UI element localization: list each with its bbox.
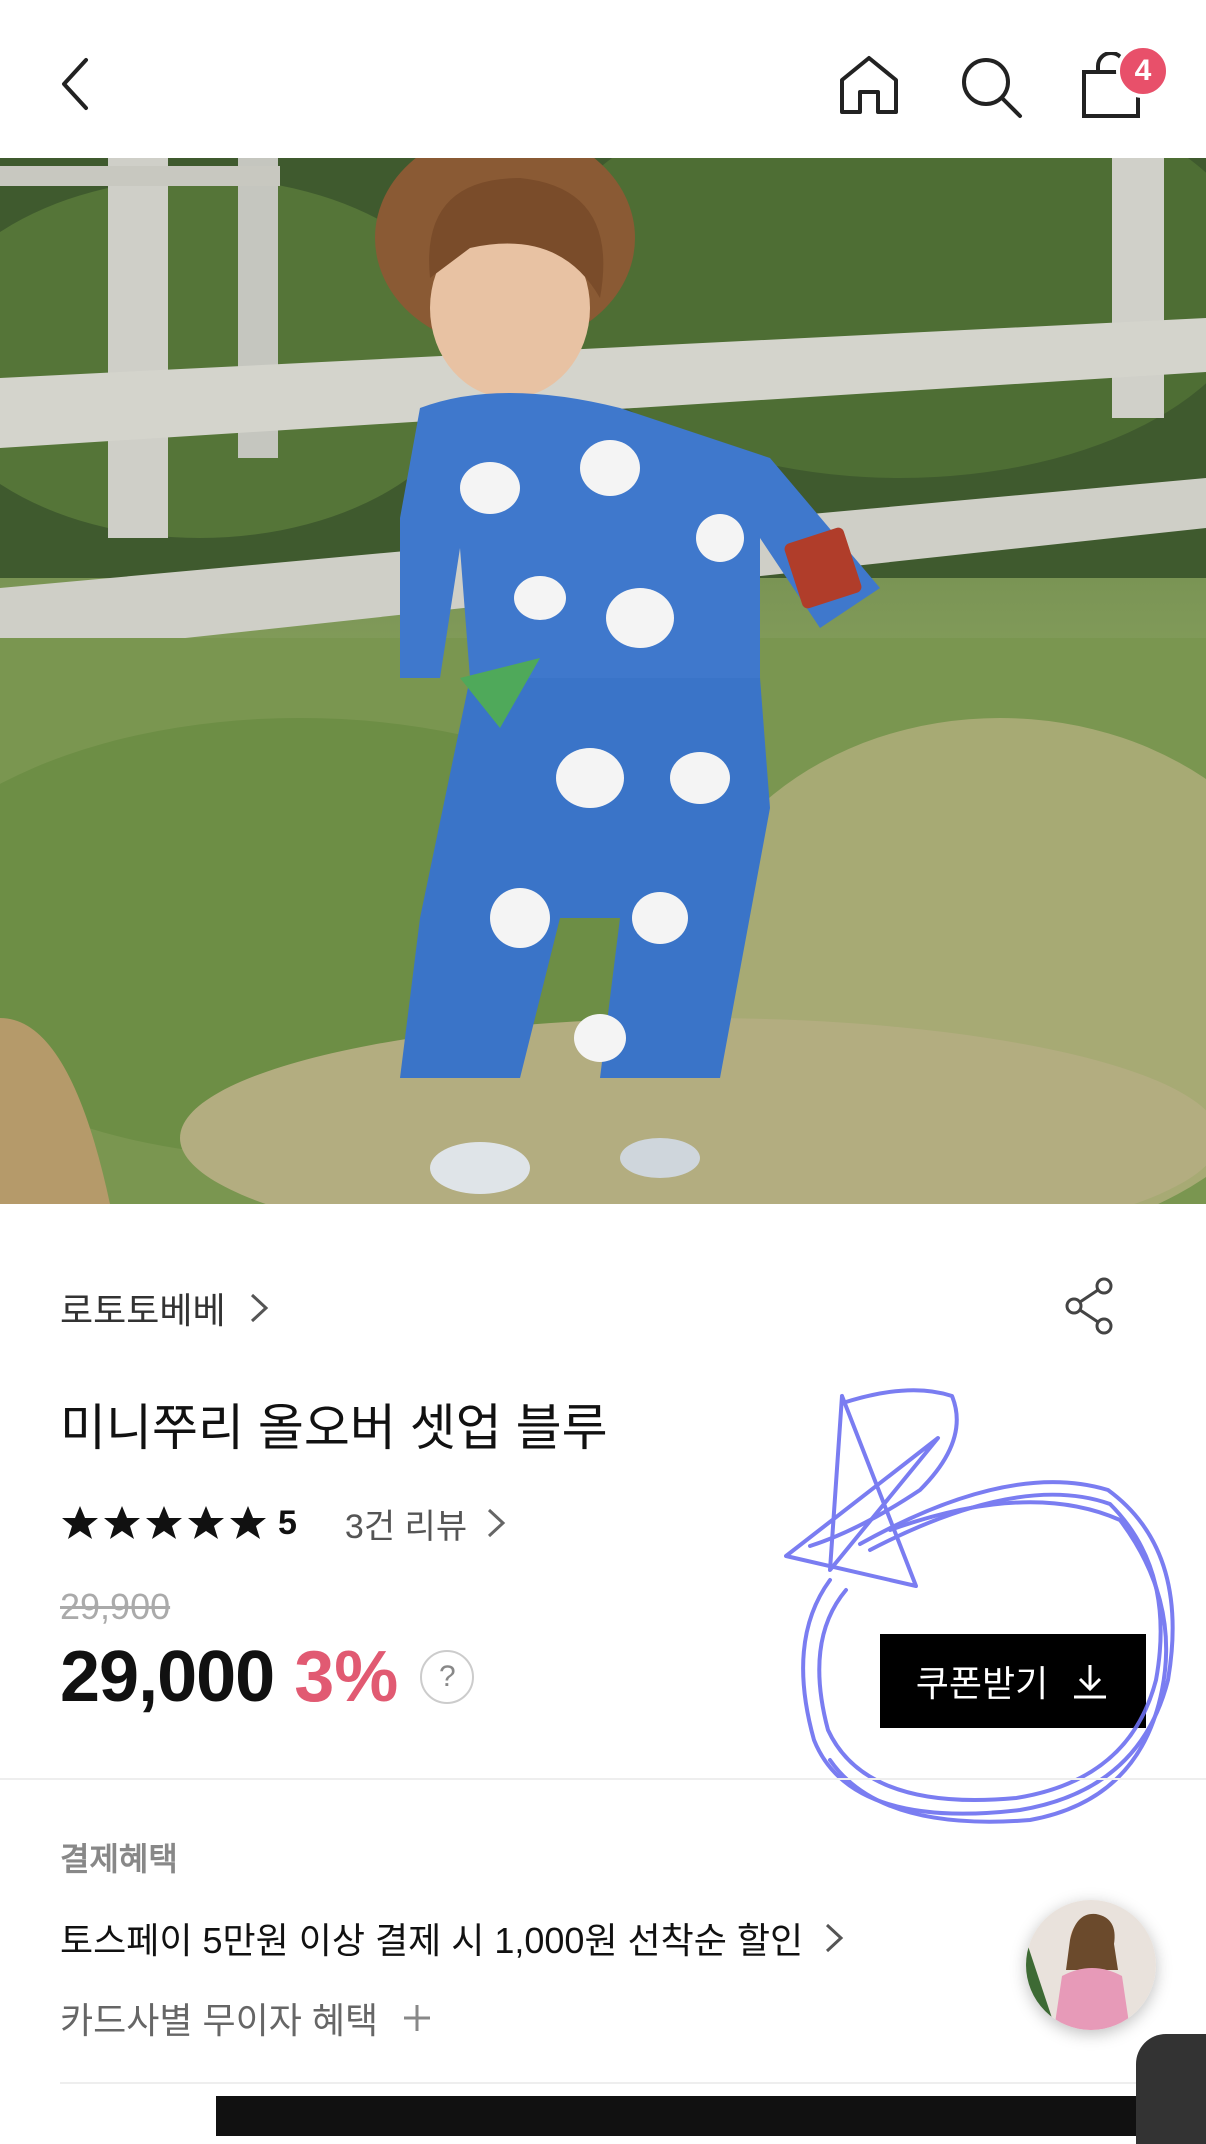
product-title: 미니쭈리 올오버 셋업 블루 bbox=[60, 1400, 608, 1456]
download-icon bbox=[1074, 1665, 1107, 1699]
section-divider-bottom bbox=[60, 2082, 1146, 2084]
top-nav-bar: 4 bbox=[0, 0, 1206, 158]
benefit-text: 토스페이 5만원 이상 결제 시 1,000원 선착순 할인 bbox=[60, 1920, 804, 1961]
section-divider bbox=[0, 1778, 1206, 1780]
product-photo-illustration bbox=[0, 158, 1206, 1204]
original-price: 29,900 bbox=[60, 1586, 171, 1627]
price-help-icon[interactable]: ? bbox=[420, 1650, 475, 1704]
discount-rate: 3% bbox=[294, 1637, 399, 1717]
home-icon[interactable] bbox=[836, 52, 902, 123]
back-chevron-left-icon[interactable] bbox=[56, 54, 96, 119]
star-icon bbox=[104, 1506, 140, 1539]
chevron-right-icon bbox=[250, 1293, 268, 1323]
bottom-action-bar[interactable] bbox=[216, 2096, 1206, 2136]
review-chevron-right-icon[interactable] bbox=[481, 1506, 511, 1540]
star-icon bbox=[62, 1506, 98, 1539]
floating-scroll-tab[interactable] bbox=[1136, 2034, 1206, 2144]
benefits-heading: 결제혜택 bbox=[60, 1841, 178, 1877]
brand-name: 로토토베베 bbox=[60, 1290, 226, 1331]
star-icon bbox=[188, 1506, 224, 1539]
rating-row: 5 3건 리뷰 bbox=[60, 1498, 511, 1548]
search-icon[interactable] bbox=[958, 54, 1026, 127]
coupon-button-label: 쿠폰받기 bbox=[915, 1663, 1049, 1704]
price-row: 29,000 3% ? bbox=[60, 1636, 475, 1718]
share-icon[interactable] bbox=[1060, 1276, 1120, 1341]
benefit-text: 카드사별 무이자 혜택 bbox=[60, 2000, 379, 2041]
coupon-download-button[interactable]: 쿠폰받기 bbox=[880, 1634, 1146, 1728]
star-icon bbox=[230, 1506, 266, 1539]
plus-icon bbox=[404, 2005, 431, 2031]
product-image[interactable]: 01 / 05 bbox=[0, 158, 1206, 1204]
chevron-right-icon bbox=[826, 1923, 844, 1953]
cart-count-badge: 4 bbox=[1116, 44, 1170, 98]
sale-price: 29,000 bbox=[60, 1637, 275, 1717]
benefit-item-tosspay[interactable]: 토스페이 5만원 이상 결제 시 1,000원 선착순 할인 bbox=[60, 1912, 849, 1964]
star-icon bbox=[146, 1506, 182, 1539]
benefit-item-card-installment[interactable]: 카드사별 무이자 혜택 bbox=[60, 1992, 434, 2044]
hand-drawn-star-circle-annotation bbox=[784, 1388, 1175, 1824]
brand-link[interactable]: 로토토베베 bbox=[60, 1282, 274, 1334]
chat-avatar-button[interactable] bbox=[1026, 1900, 1156, 2030]
star-rating bbox=[60, 1503, 268, 1543]
review-link[interactable]: 3건 리뷰 bbox=[345, 1499, 467, 1548]
rating-value: 5 bbox=[278, 1503, 297, 1542]
